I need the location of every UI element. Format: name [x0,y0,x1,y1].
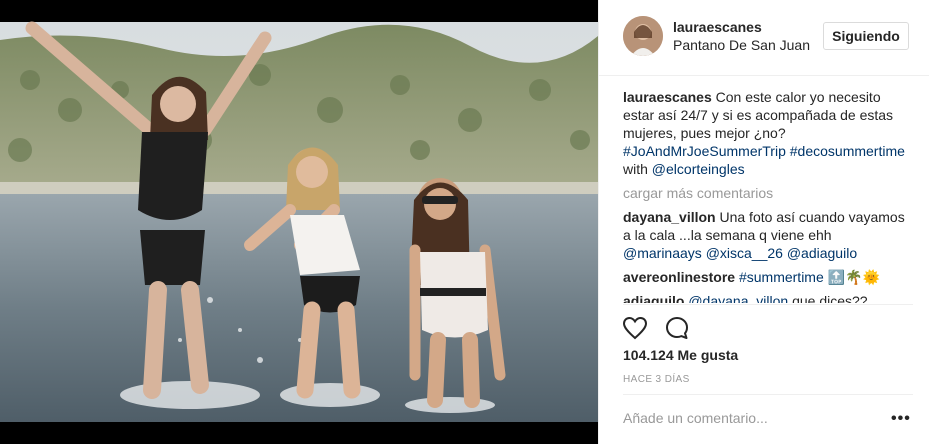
post-photo-illustration [0,0,598,444]
add-comment-input[interactable] [623,410,878,426]
comment-username[interactable]: dayana_villon [623,209,716,225]
divider [623,304,913,305]
heart-icon[interactable] [621,314,649,342]
divider [623,394,913,395]
caption-hashtag[interactable]: #JoAndMrJoeSummerTrip [623,143,786,159]
comment-emoji: 🔝🌴🌞 [827,269,880,285]
comment-username[interactable]: avereonlinestore [623,269,735,285]
caption-hashtag[interactable]: #decosummertime [790,143,905,159]
avatar[interactable] [623,16,663,56]
header-location[interactable]: Pantano De San Juan [673,37,833,53]
likes-count[interactable]: 104.124 Me gusta [623,347,738,363]
comment-mention[interactable]: @dayana_villon [688,293,788,303]
comment-username[interactable]: adiaguilo [623,293,684,303]
comment-item: adiaguilo @dayana_villon que dices?? [623,292,913,303]
comment-hashtag[interactable]: #summertime [739,269,824,285]
post-side-panel: lauraescanes Pantano De San Juan Siguien… [598,0,929,444]
comment-mention[interactable]: @marinaays [623,245,702,261]
load-more-comments-link[interactable]: cargar más comentarios [623,184,913,202]
comments-list[interactable]: lauraescanes Con este calor yo necesito … [623,88,913,303]
post-photo[interactable] [0,0,598,444]
caption-with: with [623,161,648,177]
more-options-icon[interactable]: ••• [891,410,911,428]
comment-mention[interactable]: @adiaguilo [787,245,857,261]
comment-text: que dices?? [792,293,868,303]
caption-username[interactable]: lauraescanes [623,89,712,105]
post-header: lauraescanes Pantano De San Juan Siguien… [599,0,929,76]
comment-icon[interactable] [663,314,691,342]
avatar-image [623,16,663,56]
header-username[interactable]: lauraescanes [673,19,762,35]
caption-mention[interactable]: @elcorteingles [652,161,745,177]
follow-button[interactable]: Siguiendo [823,22,909,50]
post-actions [621,314,701,342]
comment-item: dayana_villon Una foto así cuando vayamo… [623,208,913,262]
comment-item: avereonlinestore #summertime 🔝🌴🌞 [623,268,913,286]
post-timestamp[interactable]: HACE 3 DÍAS [623,374,690,385]
comment-mention[interactable]: @xisca__26 [706,245,783,261]
caption: lauraescanes Con este calor yo necesito … [623,88,913,178]
